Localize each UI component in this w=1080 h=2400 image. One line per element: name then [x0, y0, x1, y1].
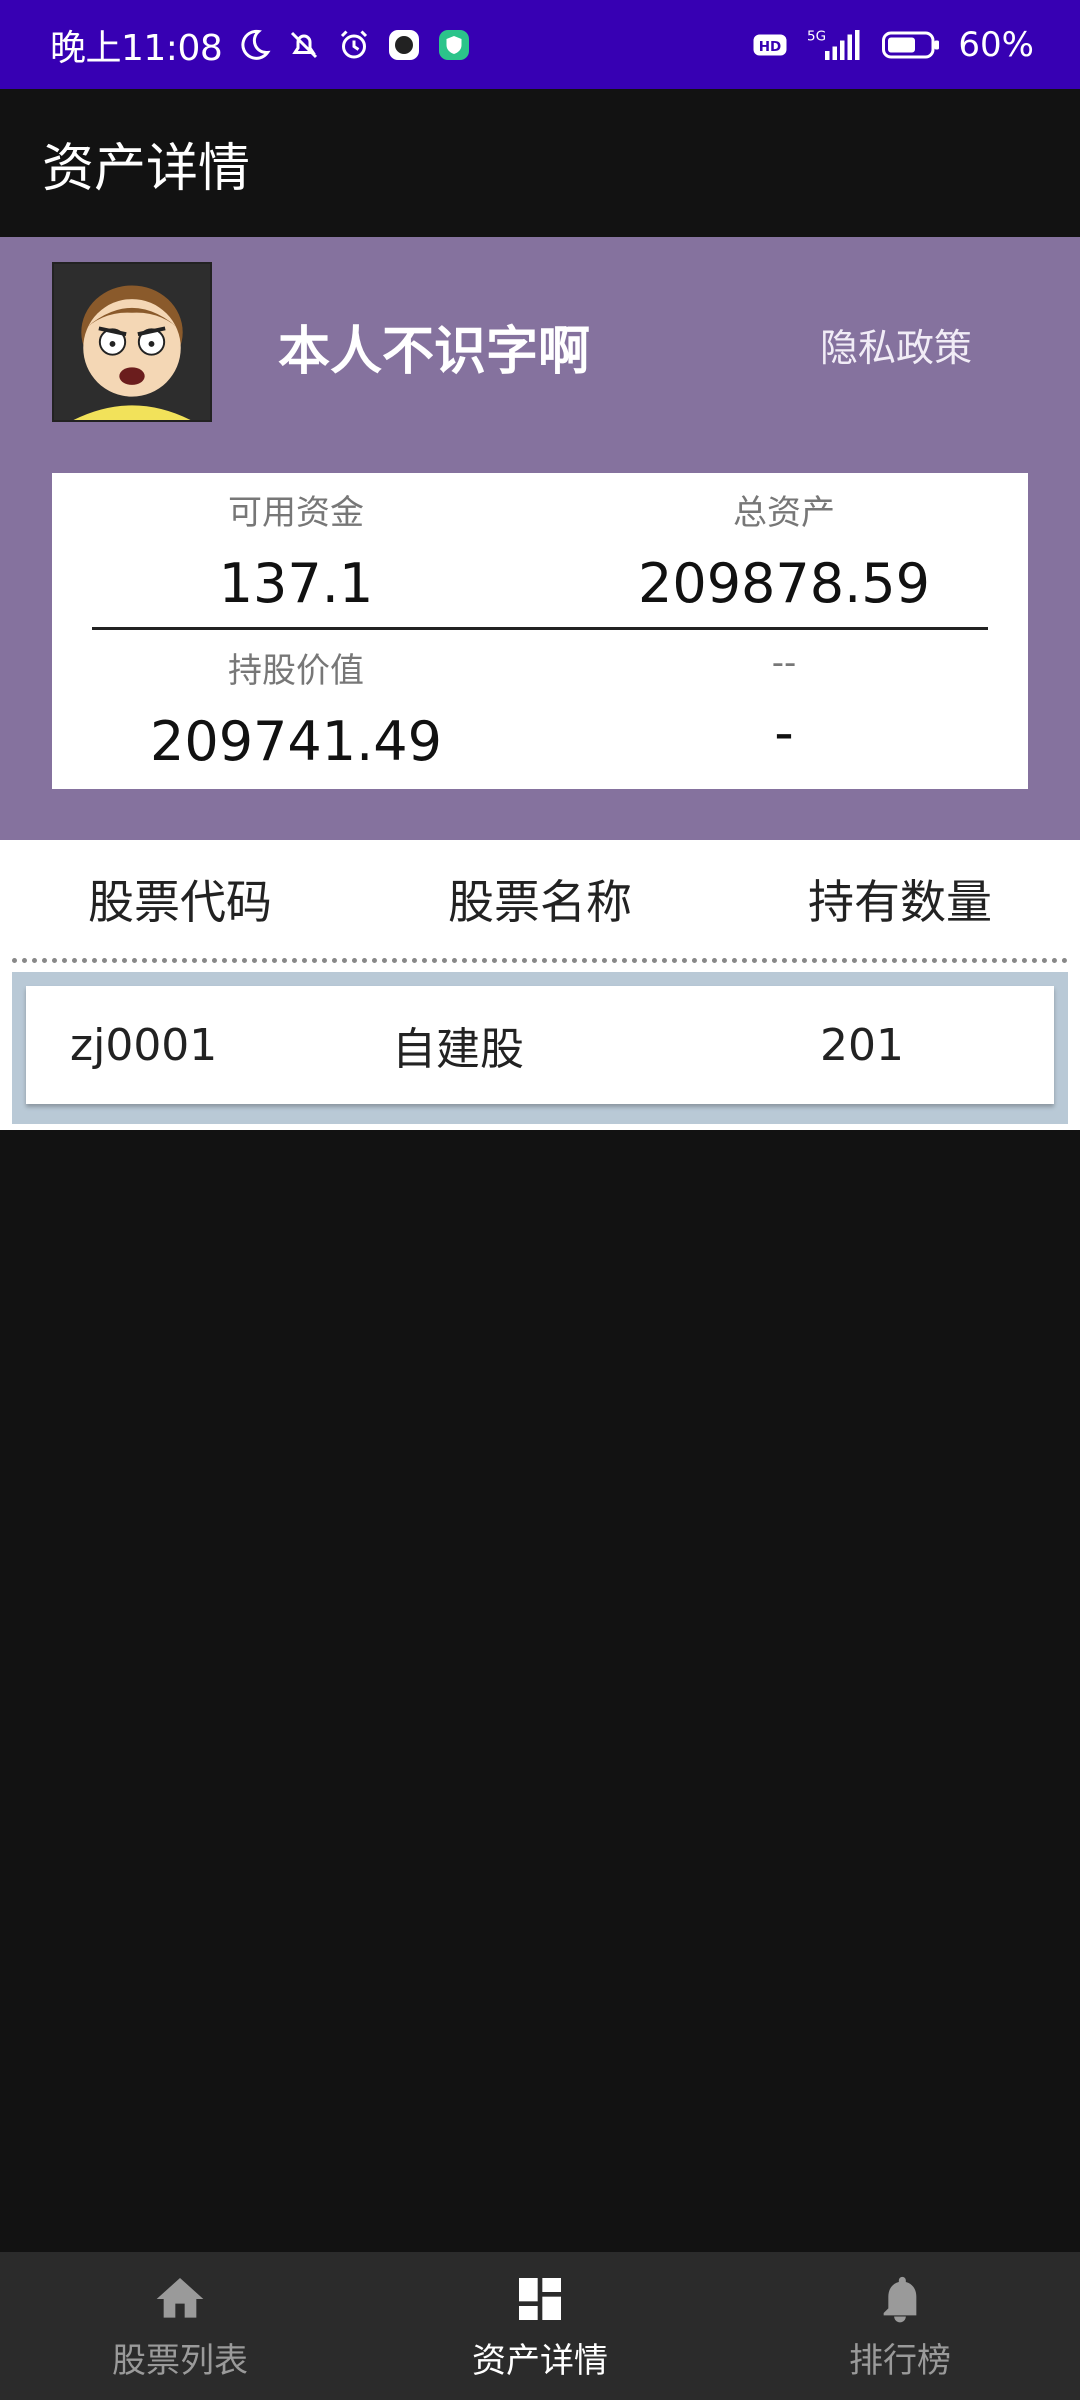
nav-asset-details-label: 资产详情	[472, 2340, 608, 2381]
nav-stock-list[interactable]: 股票列表	[0, 2252, 360, 2400]
battery-percent: 60%	[958, 24, 1034, 65]
alarm-icon	[336, 27, 372, 63]
profile-section: 本人不识字啊 隐私政策 可用资金 137.1 总资产 209878.59 持股价…	[0, 237, 1080, 840]
list-item[interactable]: zj0001 自建股 201	[26, 986, 1054, 1104]
dashboard-icon	[519, 2277, 561, 2320]
column-header-name: 股票名称	[448, 875, 632, 929]
stock-code: zj0001	[70, 1019, 218, 1071]
header-divider	[12, 958, 1068, 963]
mute-bell-icon	[286, 27, 322, 63]
svg-text:5G: 5G	[807, 28, 826, 44]
nav-asset-details[interactable]: 资产详情	[360, 2252, 720, 2400]
holding-value-label: 持股价值	[228, 651, 364, 691]
battery-icon	[880, 27, 944, 63]
page-title: 资产详情	[42, 138, 251, 199]
app-bar: 资产详情	[0, 89, 1080, 237]
stock-quantity: 201	[820, 1019, 904, 1071]
column-header-quantity: 持有数量	[808, 875, 992, 929]
user-name: 本人不识字啊	[278, 322, 591, 382]
status-bar: 晚上11:08 HD 5G 60%	[0, 0, 1080, 89]
column-header-code: 股票代码	[88, 875, 272, 929]
app-notification-icon	[386, 27, 422, 63]
privacy-policy-link[interactable]: 隐私政策	[820, 317, 972, 372]
extra-metric: -- -	[540, 643, 1028, 764]
holdings-list: zj0001 自建股 201	[12, 972, 1068, 1124]
available-funds-label: 可用资金	[228, 493, 364, 533]
available-funds: 可用资金 137.1	[52, 485, 540, 615]
total-assets: 总资产 209878.59	[540, 485, 1028, 615]
bottom-navigation: 股票列表 资产详情 排行榜	[0, 2252, 1080, 2400]
shield-app-icon	[436, 27, 472, 63]
total-assets-value: 209878.59	[637, 552, 931, 615]
nav-leaderboard[interactable]: 排行榜	[720, 2252, 1080, 2400]
asset-summary-card: 可用资金 137.1 总资产 209878.59 持股价值 209741.49 …	[52, 473, 1028, 789]
svg-text:HD: HD	[759, 39, 782, 55]
summary-divider	[92, 627, 988, 630]
status-time: 晚上11:08	[50, 27, 223, 69]
holdings-header: 股票代码 股票名称 持有数量	[0, 840, 1080, 958]
home-icon	[156, 2277, 204, 2318]
avatar[interactable]	[52, 262, 212, 422]
nav-stock-list-label: 股票列表	[112, 2340, 248, 2381]
moon-icon	[236, 27, 272, 63]
hd-icon: HD	[752, 27, 788, 63]
bell-icon	[883, 2276, 917, 2322]
stock-name: 自建股	[392, 1024, 524, 1075]
signal-icon: 5G	[802, 27, 866, 63]
extra-metric-value: -	[774, 701, 794, 764]
holding-value: 持股价值 209741.49	[52, 643, 540, 773]
holdings-section: 股票代码 股票名称 持有数量 zj0001 自建股 201	[0, 840, 1080, 1130]
extra-metric-label: --	[771, 643, 797, 683]
nav-leaderboard-label: 排行榜	[849, 2340, 951, 2381]
available-funds-value: 137.1	[218, 552, 374, 615]
holding-value-value: 209741.49	[149, 710, 443, 773]
total-assets-label: 总资产	[733, 493, 835, 533]
